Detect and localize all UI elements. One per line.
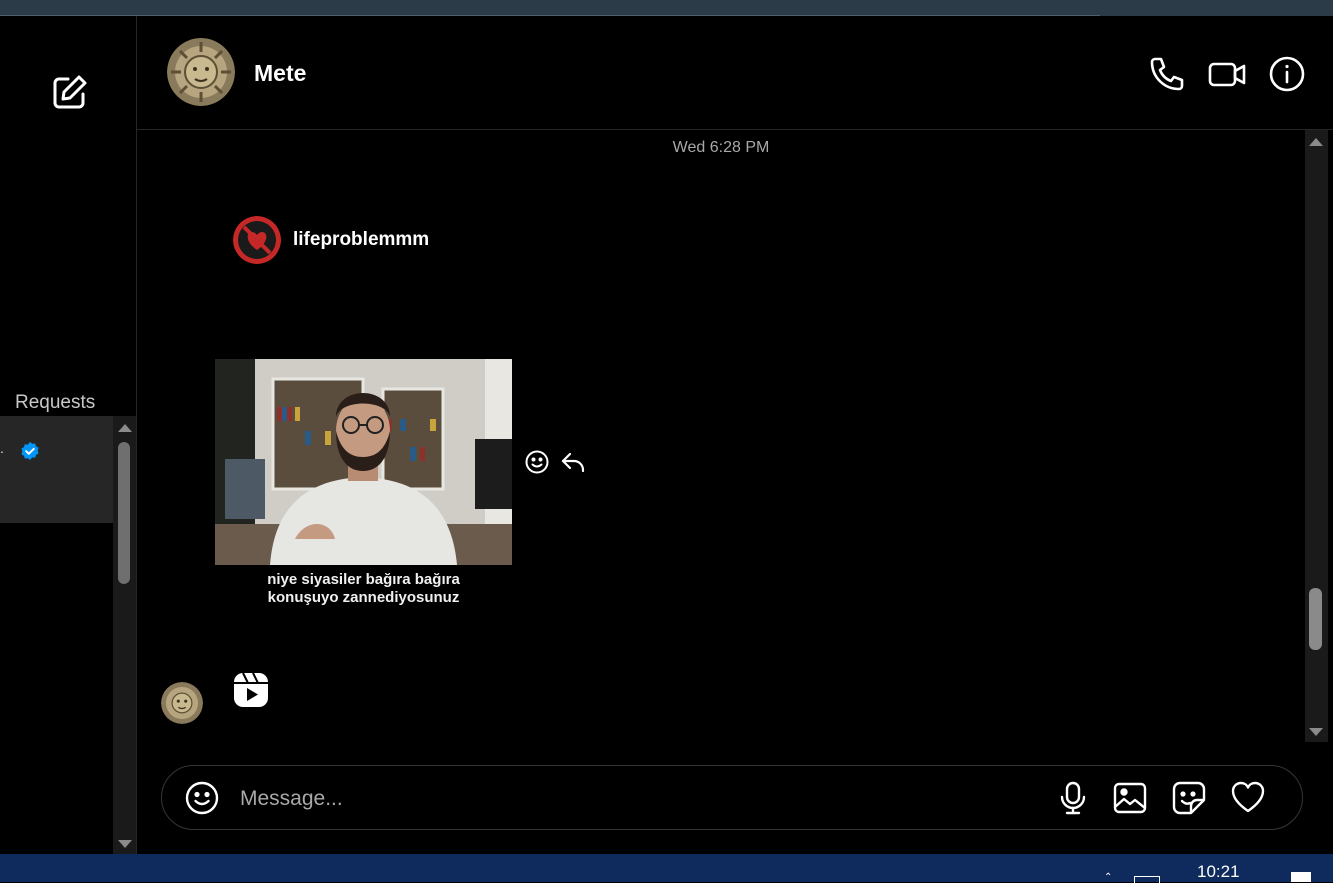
video-camera-icon[interactable] bbox=[1207, 54, 1247, 94]
os-taskbar: ⌃ 10:21 bbox=[0, 854, 1333, 883]
sidebar-scrollbar[interactable] bbox=[113, 416, 136, 854]
sender-avatar[interactable] bbox=[161, 682, 203, 724]
chat-header: Mete bbox=[137, 16, 1333, 130]
caption-line-1: niye siyasiler bağıra bağıra bbox=[267, 571, 460, 588]
phone-icon[interactable] bbox=[1147, 54, 1187, 94]
messages-scrollbar[interactable] bbox=[1305, 130, 1328, 742]
image-icon[interactable] bbox=[1112, 780, 1148, 816]
compose-icon[interactable] bbox=[51, 73, 89, 111]
conversation-list-item[interactable] bbox=[0, 416, 113, 523]
contact-avatar[interactable] bbox=[167, 38, 235, 106]
notification-icon[interactable] bbox=[1291, 872, 1311, 882]
reels-icon[interactable] bbox=[233, 672, 269, 708]
messages-scroll-thumb[interactable] bbox=[1309, 588, 1322, 650]
requests-tab[interactable]: Requests bbox=[15, 392, 95, 414]
tray-chevron-icon[interactable]: ⌃ bbox=[1104, 872, 1112, 883]
microphone-icon[interactable] bbox=[1055, 780, 1091, 816]
emoji-picker-icon[interactable] bbox=[184, 780, 220, 816]
message-input[interactable] bbox=[238, 778, 1022, 820]
sticker-icon[interactable] bbox=[1171, 780, 1207, 816]
scroll-down-arrow-icon[interactable] bbox=[118, 840, 132, 848]
verified-badge-icon bbox=[21, 442, 39, 460]
message-thread: Wed 6:28 PM lifeproblemmm niye siyasiler… bbox=[137, 130, 1305, 742]
sidebar-scroll-thumb[interactable] bbox=[118, 442, 130, 584]
react-emoji-icon[interactable] bbox=[524, 449, 550, 475]
contact-name[interactable]: Mete bbox=[254, 60, 306, 87]
conversation-name-fragment: . bbox=[0, 440, 4, 456]
caption-line-2: konuşuyo zannediyosunuz bbox=[267, 589, 460, 606]
taskbar-clock[interactable]: 10:21 bbox=[1197, 862, 1240, 882]
video-caption: niye siyasiler bağıra bağıra konuşuyo za… bbox=[215, 571, 512, 607]
window-top-bar bbox=[0, 0, 1333, 16]
info-icon[interactable] bbox=[1267, 54, 1307, 94]
heart-icon[interactable] bbox=[1230, 780, 1266, 816]
message-timestamp: Wed 6:28 PM bbox=[672, 139, 770, 156]
scroll-up-arrow-icon[interactable] bbox=[1309, 138, 1323, 146]
shared-account-avatar[interactable] bbox=[233, 216, 281, 264]
message-composer bbox=[161, 765, 1303, 830]
shared-post-username[interactable]: lifeproblemmm bbox=[293, 229, 429, 251]
scroll-up-arrow-icon[interactable] bbox=[118, 424, 132, 432]
scroll-down-arrow-icon[interactable] bbox=[1309, 728, 1323, 736]
shared-video-thumbnail[interactable] bbox=[215, 359, 512, 565]
reply-arrow-icon[interactable] bbox=[560, 449, 586, 475]
